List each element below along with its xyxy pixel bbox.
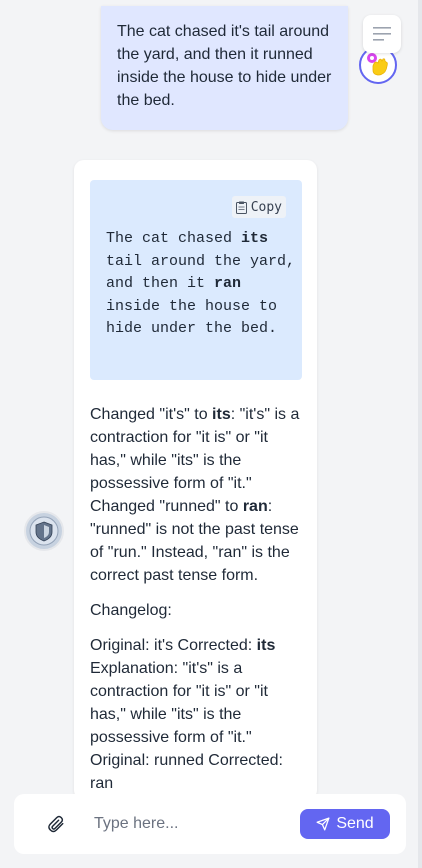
text-segment: Explanation: "it's" is a contraction for… [90,660,268,746]
code-text-part: inside the house to hide under the bed. [106,297,278,338]
assistant-avatar [24,511,64,551]
code-text-bold: its [241,230,269,247]
paperclip-icon [48,815,64,833]
assistant-message-text: Changed "it's" to its: "it's" is a contr… [90,403,302,800]
explanation-paragraph: Changed "it's" to its: "it's" is a contr… [90,403,302,587]
assistant-message-card: Copy The cat chased its tail around the … [74,160,317,800]
send-label: Send [336,815,374,832]
clipboard-icon [235,201,247,214]
message-composer: Send [14,794,406,854]
code-text-part: The cat chased [106,230,242,247]
changelog-entry: Original: it's Corrected: its Explanatio… [90,634,302,749]
send-button[interactable]: Send [300,809,390,839]
copy-button[interactable]: Copy [231,196,286,218]
code-text-part: tail around the yard, and then it [106,252,296,293]
corrected-sentence: The cat chased its tail around the yard,… [106,228,296,341]
user-message-bubble: The cat chased it's tail around the yard… [101,6,348,130]
text-bold: its [256,637,276,654]
text-segment: Changed "it's" to [90,406,213,423]
text-segment: Original: it's Corrected: [90,637,257,654]
hamburger-menu-icon [373,27,391,41]
changelog-entry: Original: runned Corrected: ran [90,752,283,792]
attach-button[interactable] [44,812,68,836]
user-message-text: The cat chased it's tail around the yard… [117,23,332,109]
message-input[interactable] [94,812,294,836]
code-text-bold: ran [214,275,242,293]
scrollbar[interactable] [418,0,422,868]
menu-button[interactable] [363,15,401,53]
shield-badge-icon [29,516,59,546]
waving-hand-avatar-icon [367,53,388,76]
text-bold: its [212,406,231,423]
copy-label: Copy [250,199,282,215]
text-bold: ran [242,498,268,515]
changelog-heading: Changelog: [90,602,172,619]
code-block: Copy The cat chased its tail around the … [90,180,302,380]
paper-plane-icon [316,817,330,831]
